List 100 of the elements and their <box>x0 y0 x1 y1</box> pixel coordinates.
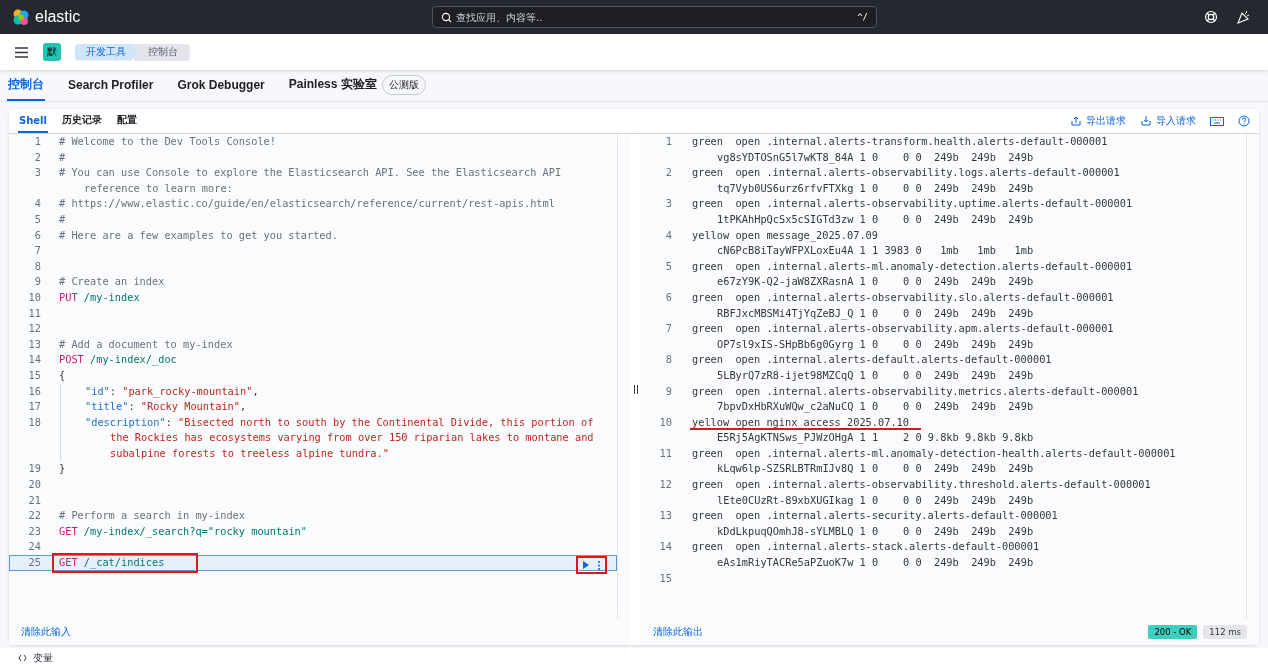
output-line: eAs1mRiyTACRe5aPZuoK7w 1 0 0 0 249b 249b 249b <box>716 555 1034 571</box>
code-line: PUT /my-index <box>59 289 140 305</box>
line-number: 1 <box>664 134 672 149</box>
import-button[interactable]: 导入请求 <box>1140 109 1196 133</box>
download-icon <box>1140 115 1152 127</box>
code-line: "title": "Rocky Mountain", <box>85 399 247 415</box>
search-field-input[interactable]: 查找应用、内容等.. <box>456 11 854 23</box>
variables-label[interactable]: 变量 <box>33 651 53 664</box>
output-line: cN6PcB8iTayWFPXLoxEu4A 1 1 3983 0 1mb 1mb 1mb <box>716 243 1034 259</box>
line-number: 21 <box>27 492 41 508</box>
code-line: # Add a document to my-index <box>59 336 233 352</box>
output-line: OP7sl9xIS-SHpBb6g0Gyrg 1 0 0 0 249b 249b 249b <box>716 336 1034 352</box>
output-line: 7bpvDxHbRXuWQw_c2aNuCQ 1 0 0 0 249b 249b 249b <box>716 399 1034 415</box>
output-line: tq7Vyb0US6urz6rfvFTXkg 1 0 0 0 249b 249b 249b <box>716 180 1034 196</box>
line-number: 1 <box>33 134 41 149</box>
output-line: 1tPKAhHpQcSx5cSIGTd3zw 1 0 0 0 249b 249b 249b <box>716 211 1034 227</box>
line-number: 5 <box>664 258 672 274</box>
code-line: # <box>59 211 66 227</box>
code-line: { <box>59 367 66 383</box>
line-number: 7 <box>664 321 672 337</box>
output-line: green open .internal.alerts-observability.threshold.alerts-default-000001 <box>692 477 1151 493</box>
more-icon[interactable] <box>597 559 601 571</box>
app-tab[interactable]: Painless 实验室 公测版 <box>287 70 427 101</box>
line-number: 9 <box>33 274 41 290</box>
export-button[interactable]: 导出请求 <box>1070 109 1126 133</box>
app-tab[interactable]: Grok Debugger <box>176 70 266 101</box>
line-number: 9 <box>664 383 672 399</box>
line-number: 17 <box>27 399 41 415</box>
output-line: kDdLkpuqQOmhJ8-sYLMBLQ 1 0 0 0 249b 249b 249b <box>716 523 1034 539</box>
space-avatar[interactable]: 默 <box>43 43 61 61</box>
resize-handle-icon[interactable] <box>632 385 639 394</box>
output-line: green open .internal.alerts-transform.health.alerts-default-000001 <box>692 134 1108 149</box>
code-line: "description": "Bisected north to south by the Continental Divide, this portion of <box>85 414 594 430</box>
code-line: # Perform a search in my-index <box>59 508 245 524</box>
output-line: green open .internal.alerts-ml.anomaly-detection.alerts-default-000001 <box>692 258 1133 274</box>
line-number: 8 <box>33 258 41 274</box>
line-number: 6 <box>33 227 41 243</box>
code-line: } <box>59 461 66 477</box>
line-number: 6 <box>664 289 672 305</box>
output-line: yellow open message_2025.07.09 <box>692 227 878 244</box>
code-line: POST /my-index/_doc <box>59 352 177 368</box>
search-field[interactable]: 查找应用、内容等.. ^/ <box>432 6 877 28</box>
clear-output-link[interactable]: 清除此输出 <box>653 625 703 639</box>
output-line: lEte0CUzRt-89xbXUGIkag 1 0 0 0 249b 249b 249b <box>716 492 1034 508</box>
keyboard-icon[interactable] <box>1210 115 1224 127</box>
line-number: 19 <box>27 461 41 477</box>
line-number: 4 <box>33 196 41 212</box>
line-number: 25 <box>27 555 41 571</box>
time-badge: 112 ms <box>1203 625 1247 639</box>
play-icon[interactable] <box>582 560 590 571</box>
party-horn-icon[interactable] <box>1236 10 1250 24</box>
output-line: kLqw6lp-SZSRLBTRmIJv8Q 1 0 0 0 249b 249b 249b <box>716 461 1034 477</box>
app-tab[interactable]: 控制台 <box>7 70 45 101</box>
output-line: E5Rj5AgKTNSws_PJWzOHgA 1 1 2 0 9.8kb 9.8kb 9.8kb <box>716 430 1034 446</box>
line-number: 15 <box>659 570 672 586</box>
output-line: green open .internal.alerts-stack.alerts-default-000001 <box>692 539 1040 555</box>
console-tab[interactable]: 配置 <box>115 109 138 133</box>
breadcrumb[interactable]: 控制台 <box>134 43 190 61</box>
code-line: reference to learn more: <box>84 180 233 196</box>
code-line: # https://www.elastic.co/guide/en/elasticsearch/reference/current/rest-apis.html <box>59 196 555 212</box>
code-line: "id": "park_rocky-mountain", <box>85 383 259 400</box>
line-number: 8 <box>664 352 672 368</box>
line-number: 22 <box>27 508 41 524</box>
line-number: 11 <box>27 305 41 321</box>
output-line: yellow open nginx_access_2025.07.10 <box>690 414 921 430</box>
search-icon <box>441 11 452 23</box>
output-line: green open .internal.alerts-security.alerts-default-000001 <box>692 508 1058 524</box>
code-line: # Welcome to the Dev Tools Console! <box>59 134 276 149</box>
line-number: 24 <box>27 539 41 555</box>
code-line: # You can use Console to explore the Elasticsearch API. See the Elasticsearch API <box>59 165 562 181</box>
line-number: 3 <box>664 196 672 212</box>
brand-name: elastic <box>35 8 81 26</box>
line-number: 16 <box>27 383 41 399</box>
app-tab[interactable]: Search Profiler <box>67 70 155 101</box>
code-line: # <box>59 149 66 165</box>
line-number: 2 <box>664 165 672 181</box>
upload-icon <box>1070 115 1082 127</box>
shortcut-hint: ^/ <box>857 12 868 22</box>
line-number: 3 <box>33 165 41 181</box>
output-line: green open .internal.alerts-observability.apm.alerts-default-000001 <box>692 321 1114 337</box>
line-number: 2 <box>33 149 41 165</box>
line-number: 13 <box>659 508 672 524</box>
output-line: green open .internal.alerts-default.alerts-default-000001 <box>692 352 1052 368</box>
code-line: GET /_cat/indices <box>54 555 197 571</box>
menu-icon[interactable] <box>14 44 29 60</box>
output-line: green open .internal.alerts-ml.anomaly-detection-health.alerts-default-000001 <box>692 445 1176 461</box>
line-number: 12 <box>27 321 41 337</box>
console-tab[interactable]: 历史记录 <box>60 109 103 133</box>
code-line: # Create an index <box>59 274 165 290</box>
clear-input-link[interactable]: 清除此输入 <box>21 625 71 639</box>
line-number: 5 <box>33 211 41 227</box>
output-line: e67zY9K-Q2-jaW8ZXRasnA 1 0 0 0 249b 249b 249b <box>716 274 1034 290</box>
status-badge: 200 - OK <box>1148 625 1198 639</box>
output-line: green open .internal.alerts-observability.slo.alerts-default-000001 <box>692 289 1114 305</box>
line-number: 15 <box>27 367 41 383</box>
output-line: 5LByrQ7zR8-ijet98MZCqQ 1 0 0 0 249b 249b 249b <box>716 367 1034 383</box>
output-line: green open .internal.alerts-observability.metrics.alerts-default-000001 <box>692 383 1139 399</box>
code-icon <box>18 654 27 662</box>
line-number: 14 <box>659 539 672 555</box>
breadcrumb[interactable]: 开发工具 <box>75 43 138 61</box>
